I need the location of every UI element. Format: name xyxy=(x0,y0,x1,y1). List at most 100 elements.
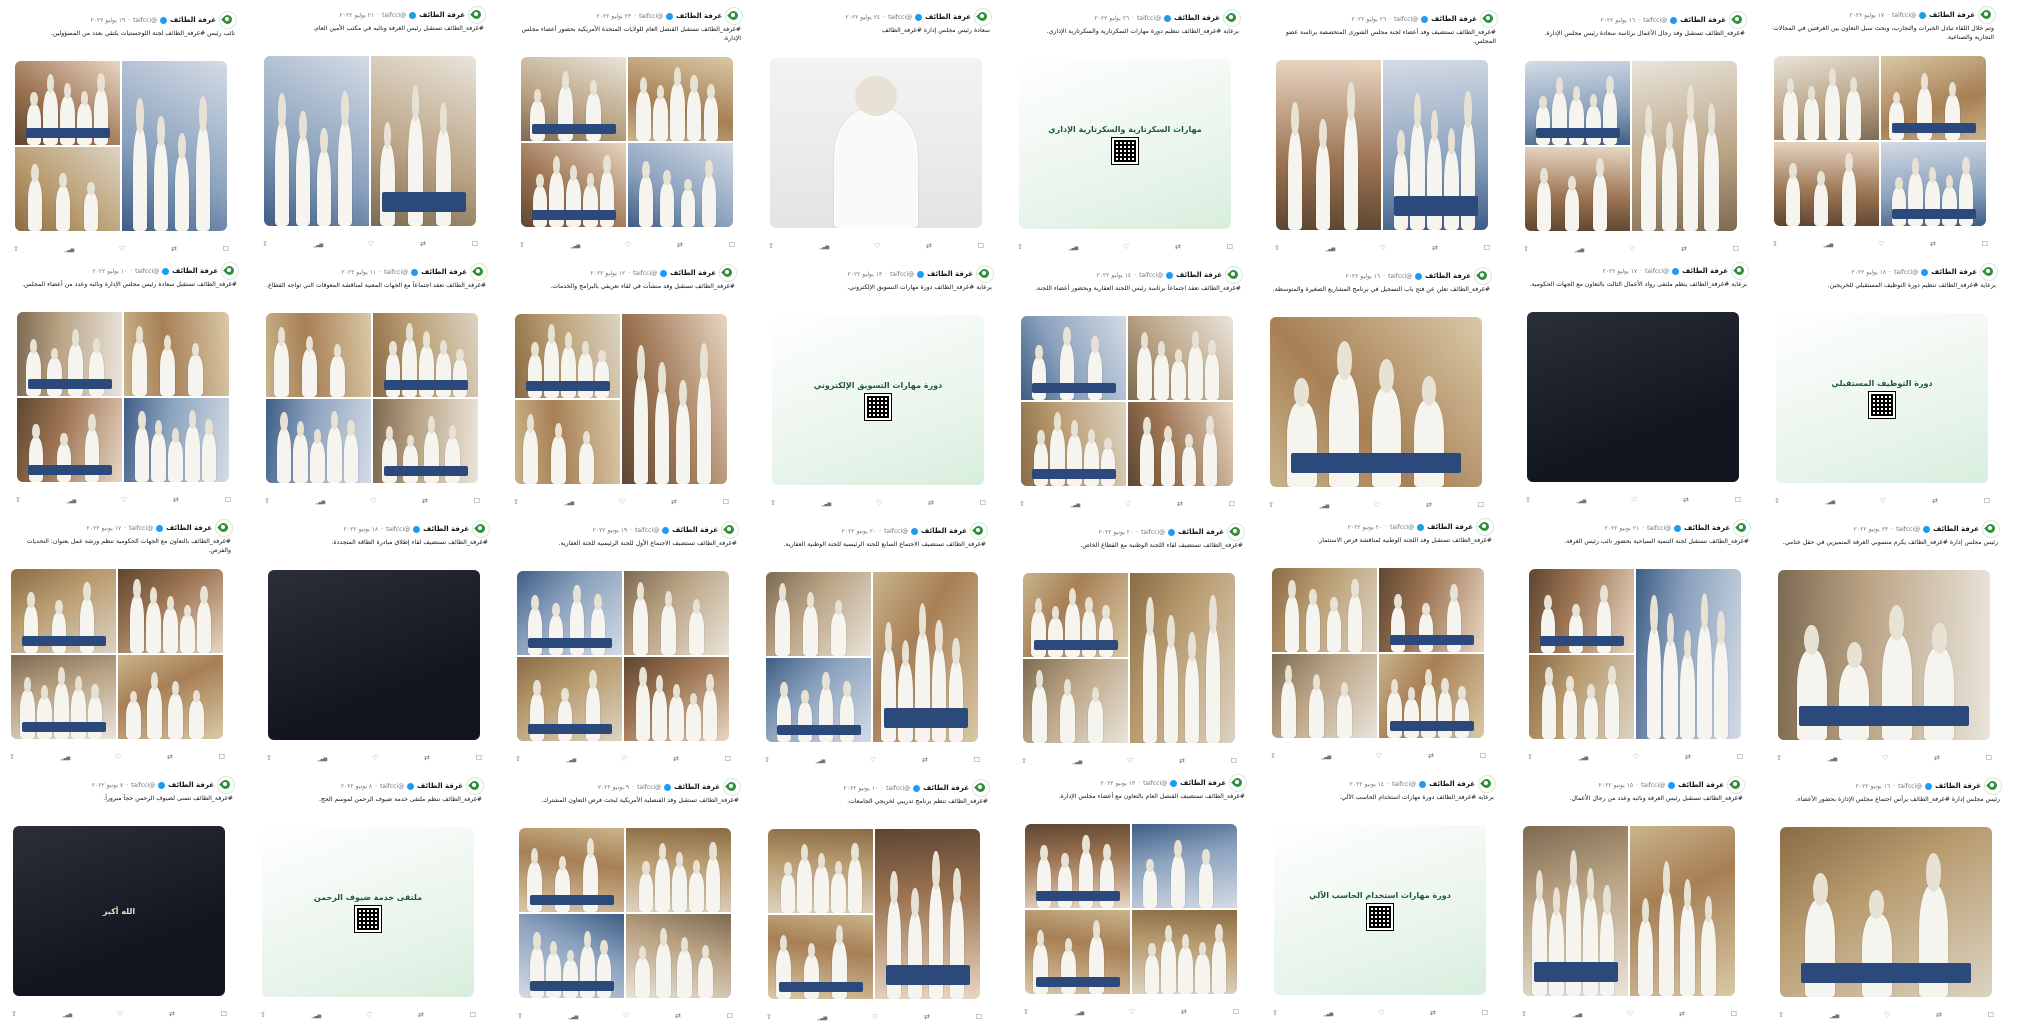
account-name[interactable]: غرفة الطائف xyxy=(172,267,218,275)
account-handle[interactable]: @taifcci xyxy=(1898,783,1922,790)
tweet-card[interactable]: غرفة الطائف @taifcci · ١٤ يوليو ٢٠٢٢ #غرفة_ا… xyxy=(1011,266,1243,512)
photo[interactable] xyxy=(1130,573,1235,743)
account-handle[interactable]: @taifcci xyxy=(1894,269,1918,276)
retweet-icon[interactable] xyxy=(928,499,934,507)
tweet-media[interactable]: دورة مهارات التسويق الإلكتروني xyxy=(772,315,984,485)
share-icon[interactable] xyxy=(15,496,21,504)
share-icon[interactable] xyxy=(1017,243,1023,251)
views-icon[interactable] xyxy=(1826,497,1835,505)
tweet-media[interactable] xyxy=(521,57,733,227)
tweet-media[interactable] xyxy=(515,314,727,484)
tweet-card[interactable]: غرفة الطائف @taifcci · ٨ يونيو ٢٠٢٢ #غرفة_ال… xyxy=(252,777,484,1023)
views-icon[interactable] xyxy=(63,1010,72,1018)
photo[interactable] xyxy=(1632,61,1737,231)
share-icon[interactable] xyxy=(1521,1010,1527,1018)
tweet-card[interactable]: غرفة الطائف @taifcci · ١٠ يوليو ٢٠٢٢ #غرفة_ا… xyxy=(7,262,239,508)
like-icon[interactable] xyxy=(1878,240,1884,248)
account-avatar[interactable] xyxy=(1480,10,1498,28)
account-name[interactable]: غرفة الطائف xyxy=(166,524,212,532)
tweet-card[interactable]: غرفة الطائف @taifcci · ١٤ يونيو ٢٠٢٢ برعاية … xyxy=(1264,775,1496,1021)
account-avatar[interactable] xyxy=(1727,776,1745,794)
views-icon[interactable] xyxy=(816,756,825,764)
reply-icon[interactable] xyxy=(474,497,480,505)
tweet-card[interactable]: غرفة الطائف @taifcci · ١٢ يوليو ٢٠٢٢ #غرفة_ا… xyxy=(505,264,737,510)
account-name[interactable]: غرفة الطائف xyxy=(927,270,973,278)
reply-icon[interactable] xyxy=(476,754,482,762)
tweet-date[interactable]: ١٢ يوليو ٢٠٢٢ xyxy=(590,270,625,277)
photo[interactable] xyxy=(1379,654,1484,738)
photo[interactable] xyxy=(1379,568,1484,652)
tweet-card[interactable]: غرفة الطائف @taifcci · ٢٠ يونيو ٢٠٢٢ #غرفة_ا… xyxy=(1262,518,1494,764)
photo[interactable] xyxy=(1128,402,1233,486)
dark-image[interactable] xyxy=(1527,312,1739,482)
photo[interactable] xyxy=(1774,56,1879,140)
share-icon[interactable] xyxy=(1272,1009,1278,1017)
views-icon[interactable] xyxy=(569,1012,578,1020)
account-handle[interactable]: @taifcci xyxy=(1388,273,1412,280)
photo[interactable] xyxy=(515,314,620,398)
share-icon[interactable] xyxy=(764,756,770,764)
account-handle[interactable]: @taifcci xyxy=(131,782,155,789)
tweet-date[interactable]: ٢٠ يونيو ٢٠٢٢ xyxy=(842,528,877,535)
account-name[interactable]: غرفة الطائف xyxy=(923,784,969,792)
photo[interactable] xyxy=(17,312,122,396)
retweet-icon[interactable] xyxy=(1679,1010,1685,1018)
account-avatar[interactable] xyxy=(1225,266,1243,284)
account-avatar[interactable] xyxy=(972,779,990,797)
account-handle[interactable]: @taifcci xyxy=(1143,780,1167,787)
reply-icon[interactable] xyxy=(223,245,229,253)
retweet-icon[interactable] xyxy=(671,498,677,506)
photo[interactable] xyxy=(124,398,229,482)
reply-icon[interactable] xyxy=(1478,501,1484,509)
account-avatar[interactable] xyxy=(1476,518,1494,536)
photo[interactable] xyxy=(1025,824,1130,908)
views-icon[interactable] xyxy=(822,499,831,507)
retweet-icon[interactable] xyxy=(1177,500,1183,508)
reply-icon[interactable] xyxy=(225,496,231,504)
like-icon[interactable] xyxy=(625,241,631,249)
tweet-media[interactable] xyxy=(15,61,227,231)
account-avatar[interactable] xyxy=(721,521,739,539)
account-avatar[interactable] xyxy=(1227,523,1245,541)
like-icon[interactable] xyxy=(621,755,627,763)
photo[interactable] xyxy=(1525,61,1630,145)
reply-icon[interactable] xyxy=(1984,497,1990,505)
photo[interactable] xyxy=(624,571,729,655)
tweet-date[interactable]: ١٦ يوليو ٢٠٢٢ xyxy=(1600,17,1635,24)
dark-image[interactable] xyxy=(268,570,480,740)
account-handle[interactable]: @taifcci xyxy=(890,271,914,278)
tweet-card[interactable]: غرفة الطائف @taifcci · ٧ يونيو ٢٠٢٢ #غرفة_ال… xyxy=(3,776,235,1022)
photo[interactable] xyxy=(1132,824,1237,908)
tweet-card[interactable]: غرفة الطائف @taifcci · ١٠ يونيو ٢٠٢٢ #غرفة_ا… xyxy=(758,779,990,1025)
views-icon[interactable] xyxy=(1320,501,1329,509)
account-avatar[interactable] xyxy=(1229,774,1247,792)
account-avatar[interactable] xyxy=(1478,775,1496,793)
tweet-media[interactable] xyxy=(1272,568,1484,738)
account-handle[interactable]: @taifcci xyxy=(635,527,659,534)
photo[interactable] xyxy=(1881,56,1986,140)
reply-icon[interactable] xyxy=(976,1013,982,1021)
tweet-card[interactable]: غرفة الطائف @taifcci · ١٧ يونيو ٢٠٢٢ #غرفة_ا… xyxy=(1,519,233,765)
tweet-card[interactable]: غرفة الطائف @taifcci · ١٩ يونيو ٢٠٢٢ #غرفة_ا… xyxy=(507,521,739,767)
account-handle[interactable]: @taifcci xyxy=(1643,17,1667,24)
tweet-date[interactable]: ٢٦ يوليو ٢٠٢٢ xyxy=(1094,15,1129,22)
share-icon[interactable] xyxy=(1270,752,1276,760)
account-handle[interactable]: @taifcci xyxy=(1141,529,1165,536)
retweet-icon[interactable] xyxy=(675,1012,681,1020)
account-avatar[interactable] xyxy=(1733,519,1751,537)
tweet-media[interactable] xyxy=(264,56,476,226)
like-icon[interactable] xyxy=(623,1012,629,1020)
account-handle[interactable]: @taifcci xyxy=(380,783,404,790)
account-name[interactable]: غرفة الطائف xyxy=(1429,780,1475,788)
reply-icon[interactable] xyxy=(725,755,731,763)
like-icon[interactable] xyxy=(874,242,880,250)
account-handle[interactable]: @taifcci xyxy=(1392,781,1416,788)
account-avatar[interactable] xyxy=(468,6,486,24)
photo[interactable] xyxy=(1523,826,1628,996)
photo[interactable] xyxy=(1529,569,1634,653)
views-icon[interactable] xyxy=(316,497,325,505)
account-handle[interactable]: @taifcci xyxy=(884,528,908,535)
tweet-date[interactable]: ١٤ يوليو ٢٠٢٢ xyxy=(1096,272,1131,279)
account-avatar[interactable] xyxy=(970,522,988,540)
reply-icon[interactable] xyxy=(1986,754,1992,762)
